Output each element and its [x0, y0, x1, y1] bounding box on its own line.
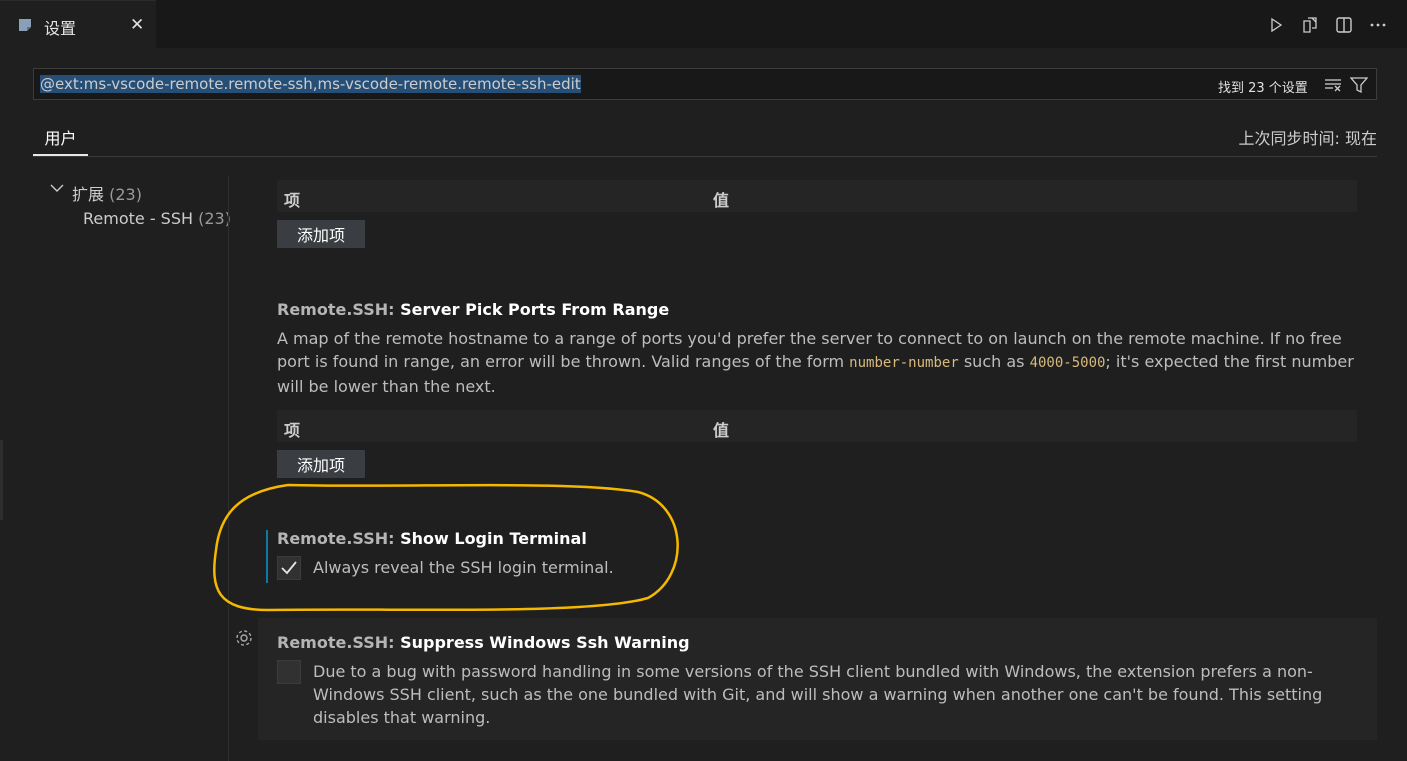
column-value: 值 [713, 421, 730, 440]
settings-file-icon [19, 19, 31, 31]
run-icon[interactable] [1265, 14, 1287, 36]
column-item: 项 [284, 191, 301, 210]
column-item: 项 [284, 421, 301, 440]
annotation-circle [213, 483, 679, 612]
tab-title: 设置 [44, 19, 77, 38]
setting-title: Remote.SSH: Server Pick Ports From Range [277, 300, 669, 319]
scrollbar-edge [0, 440, 3, 520]
table-header: 项 值 [277, 180, 1357, 212]
editor-tab-bar: 设置 ✕ [0, 0, 1407, 48]
code-snippet: number-number [849, 355, 959, 371]
toc-item-count: (23) [198, 209, 231, 228]
setting-name: Server Pick Ports From Range [400, 300, 670, 319]
setting-category: Remote.SSH: [277, 633, 401, 652]
code-snippet: 4000-5000 [1029, 355, 1106, 371]
setting-title: Remote.SSH: Suppress Windows Ssh Warning [277, 633, 690, 652]
suppress-warning-checkbox[interactable] [277, 660, 301, 684]
column-value: 值 [713, 191, 730, 210]
toc-item-label: Remote - SSH [83, 209, 194, 228]
setting-description: A map of the remote hostname to a range … [277, 329, 1354, 396]
gear-icon[interactable] [234, 628, 254, 648]
toc-extensions-label: 扩展 [72, 185, 105, 204]
close-icon[interactable]: ✕ [130, 15, 144, 35]
toc-extensions-count: (23) [109, 185, 142, 204]
settings-search-input[interactable]: @ext:ms-vscode-remote.remote-ssh,ms-vsco… [33, 68, 1377, 100]
chevron-down-icon[interactable] [48, 179, 66, 197]
toc-extensions[interactable]: 扩展 (23) [72, 181, 142, 205]
add-item-button[interactable]: 添加项 [277, 220, 365, 248]
add-item-button[interactable]: 添加项 [277, 450, 365, 478]
setting-name: Suppress Windows Ssh Warning [400, 633, 690, 652]
scope-divider [33, 156, 1377, 157]
tab-user[interactable]: 用户 [33, 122, 88, 156]
search-value: @ext:ms-vscode-remote.remote-ssh,ms-vsco… [40, 75, 581, 93]
open-json-icon[interactable] [1299, 14, 1321, 36]
clear-filter-icon[interactable] [1322, 74, 1344, 96]
toc-divider [228, 176, 229, 761]
split-editor-icon[interactable] [1333, 14, 1355, 36]
setting-category: Remote.SSH: [277, 300, 401, 319]
more-icon[interactable] [1367, 14, 1389, 36]
settings-tab[interactable]: 设置 ✕ [0, 0, 156, 48]
filter-icon[interactable] [1348, 74, 1370, 96]
last-sync-time: 上次同步时间: 现在 [1238, 129, 1377, 148]
search-result-count: 找到 23 个设置 [1218, 81, 1308, 96]
toc-item-remote-ssh[interactable]: Remote - SSH (23) [83, 209, 231, 228]
table-header: 项 值 [277, 410, 1357, 442]
editor-actions [1265, 14, 1389, 36]
checkbox-label: Due to a bug with password handling in s… [313, 662, 1323, 727]
